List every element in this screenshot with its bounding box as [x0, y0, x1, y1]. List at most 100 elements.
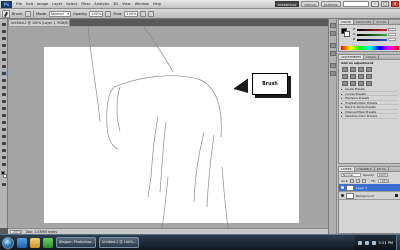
brushes-panel-icon[interactable]	[330, 43, 336, 48]
photo-filter-icon[interactable]	[342, 81, 348, 86]
flow-field[interactable]: 100%	[124, 10, 139, 17]
cs-live-search-input[interactable]	[343, 1, 369, 7]
healing-brush-tool-icon[interactable]	[1, 64, 7, 69]
taskbar-item-photoshop[interactable]: Untitled-1 @ 100%...	[99, 237, 139, 248]
color-background-swatch[interactable]	[344, 31, 350, 37]
red-slider-track[interactable]	[357, 28, 387, 31]
clone-stamp-tool-icon[interactable]	[1, 78, 7, 83]
history-brush-tool-icon[interactable]	[1, 85, 7, 90]
minimize-icon[interactable]: –	[371, 1, 379, 7]
layer-row-layer-1[interactable]: Layer 1	[339, 184, 400, 192]
brush-tool-preset-icon[interactable]	[2, 9, 10, 18]
menu-image[interactable]: Image	[35, 2, 50, 6]
brush-picker-icon[interactable]	[25, 10, 32, 17]
curves-icon[interactable]	[358, 67, 364, 72]
menu-edit[interactable]: Edit	[24, 2, 35, 6]
zoom-tool-icon[interactable]	[1, 162, 7, 167]
tab-color[interactable]: COLOR	[339, 20, 354, 24]
menu-view[interactable]: View	[120, 2, 133, 6]
show-desktop-button[interactable]	[396, 234, 400, 250]
menu-filter[interactable]: Filter	[79, 2, 92, 6]
menu-select[interactable]: Select	[64, 2, 79, 6]
quick-mask-icon[interactable]	[1, 182, 7, 187]
tab-layers[interactable]: LAYERS	[339, 167, 355, 171]
pressure-size-icon[interactable]	[148, 10, 155, 17]
lock-transparent-icon[interactable]	[350, 179, 355, 183]
fill-field[interactable]: 100%	[378, 179, 390, 183]
menu-help[interactable]: Help	[151, 2, 163, 6]
red-slider[interactable]: R	[353, 28, 399, 31]
color-spectrum-bar[interactable]	[341, 46, 399, 50]
invert-icon[interactable]	[358, 81, 364, 86]
history-panel-icon[interactable]	[330, 23, 336, 28]
network-icon[interactable]	[357, 240, 362, 245]
green-slider[interactable]: G	[353, 33, 399, 36]
actions-panel-icon[interactable]	[330, 31, 336, 36]
lock-image-icon[interactable]	[356, 179, 361, 183]
layer-row-background[interactable]: Background	[339, 192, 400, 200]
black-white-icon[interactable]	[366, 74, 372, 79]
pressure-opacity-icon[interactable]	[105, 10, 112, 17]
character-panel-icon[interactable]	[330, 63, 336, 68]
channel-mixer-icon[interactable]	[350, 81, 356, 86]
quick-selection-tool-icon[interactable]	[1, 43, 7, 48]
flag-icon[interactable]	[371, 240, 376, 245]
tab-paths[interactable]: PATHS	[375, 167, 389, 171]
clone-source-panel-icon[interactable]	[330, 51, 336, 56]
workspace-painting-button[interactable]: PAINTING	[320, 1, 341, 7]
eye-icon[interactable]	[341, 194, 344, 197]
file-explorer-icon[interactable]	[30, 237, 40, 248]
move-tool-icon[interactable]	[1, 22, 7, 27]
paragraph-panel-icon[interactable]	[330, 71, 336, 76]
blue-value-field[interactable]	[388, 38, 396, 41]
blend-mode-select[interactable]: Normal	[341, 173, 361, 177]
maximize-icon[interactable]: □	[381, 1, 389, 7]
airbrush-icon[interactable]	[140, 10, 147, 17]
tab-adjustments[interactable]: ADJUSTMENTS	[339, 55, 365, 59]
eraser-tool-icon[interactable]	[1, 92, 7, 97]
background-color-swatch[interactable]	[3, 174, 7, 178]
pen-tool-icon[interactable]	[1, 120, 7, 125]
mode-select[interactable]: Normal	[49, 10, 71, 17]
workspace-essentials-button[interactable]: ESSENTIALS	[275, 1, 300, 7]
media-player-icon[interactable]	[43, 237, 53, 248]
blur-tool-icon[interactable]	[1, 106, 7, 111]
red-value-field[interactable]	[388, 28, 396, 31]
gradient-tool-icon[interactable]	[1, 99, 7, 104]
color-balance-icon[interactable]	[358, 74, 364, 79]
green-slider-track[interactable]	[357, 33, 387, 36]
lock-position-icon[interactable]	[362, 179, 367, 183]
lasso-tool-icon[interactable]	[1, 36, 7, 41]
levels-icon[interactable]	[350, 67, 356, 72]
start-button[interactable]	[2, 236, 14, 249]
taskbar-item-blogger[interactable]: Blogger: Photoshop...	[56, 237, 96, 248]
exposure-icon[interactable]	[366, 67, 372, 72]
path-selection-tool-icon[interactable]	[1, 134, 7, 139]
tab-styles[interactable]: STYLES	[374, 20, 390, 24]
layer-opacity-field[interactable]: 100%	[376, 173, 388, 177]
clock[interactable]: 5:21 PM	[379, 241, 393, 245]
hue-saturation-icon[interactable]	[350, 74, 356, 79]
menu-layer[interactable]: Layer	[50, 2, 64, 6]
type-tool-icon[interactable]	[1, 127, 7, 132]
menu-3d[interactable]: 3D	[111, 2, 120, 6]
menu-analysis[interactable]: Analysis	[92, 2, 111, 6]
document-tab[interactable]: Untitled-1 @ 100% (Layer 1, RGB/8) *	[8, 19, 70, 26]
preset-selective-color[interactable]: Selective Color Presets	[341, 114, 398, 119]
opacity-field[interactable]: 100%	[89, 10, 104, 17]
zoom-level-field[interactable]: 100%	[10, 229, 22, 234]
internet-explorer-icon[interactable]	[17, 237, 27, 248]
tab-channels[interactable]: CHANNELS	[355, 167, 375, 171]
brush-tool-icon[interactable]	[1, 71, 7, 76]
3d-rotate-tool-icon[interactable]	[1, 148, 7, 153]
green-value-field[interactable]	[388, 33, 396, 36]
close-icon[interactable]: ×	[391, 1, 399, 7]
brightness-contrast-icon[interactable]	[342, 67, 348, 72]
vibrance-icon[interactable]	[342, 74, 348, 79]
menu-window[interactable]: Window	[133, 2, 151, 6]
tab-swatches[interactable]: SWATCHES	[354, 20, 374, 24]
blue-slider[interactable]: B	[353, 38, 399, 41]
menu-file[interactable]: File	[14, 2, 24, 6]
dodge-tool-icon[interactable]	[1, 113, 7, 118]
volume-icon[interactable]	[364, 240, 369, 245]
